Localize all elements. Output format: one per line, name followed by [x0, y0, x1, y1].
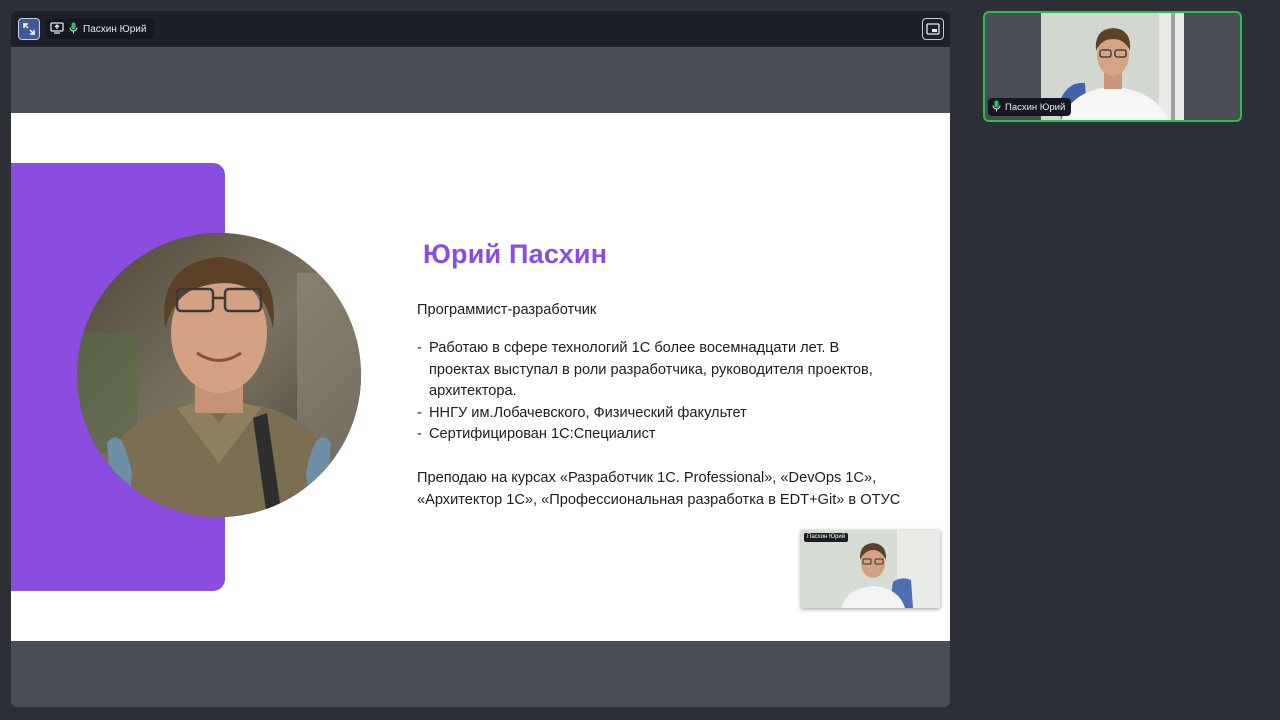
speaker-portrait [77, 233, 361, 517]
speaker-name: Юрий Пасхин [423, 239, 608, 269]
presenter-chip: Пасхин Юрий [46, 19, 155, 39]
mic-icon [69, 22, 78, 37]
participant-name: Пасхин Юрий [1005, 101, 1066, 113]
screen-share-icon [50, 21, 64, 37]
embedded-camera-label: Пасхин Юрий [804, 533, 849, 542]
bio-item: ННГУ им.Лобачевского, Физический факульт… [417, 403, 887, 425]
courses-text: Преподаю на курсах «Разработчик 1С. Prof… [417, 470, 901, 508]
screen-share-toolbar: Пасхин Юрий [11, 11, 950, 47]
speaker-role: Программист-разработчик [417, 302, 597, 318]
bio-list: Работаю в сфере технологий 1С более восе… [417, 338, 887, 446]
mic-icon [992, 100, 1001, 115]
bio-item: Работаю в сфере технологий 1С более восе… [417, 338, 887, 403]
participant-name-chip: Пасхин Юрий [988, 98, 1072, 116]
presenter-name: Пасхин Юрий [83, 23, 147, 35]
bio-item: Сертифицирован 1С:Специалист [417, 424, 887, 446]
presentation-slide: Юрий Пасхин Программист-разработчик Рабо… [11, 113, 950, 641]
picture-in-picture-icon[interactable] [922, 18, 944, 40]
embedded-camera-preview: Пасхин Юрий [801, 530, 940, 608]
expand-icon[interactable] [18, 18, 40, 40]
participant-video-tile[interactable]: Пасхин Юрий [983, 11, 1242, 122]
screen-share-panel: Пасхин Юрий Юрий Пасхин Программист-разр… [11, 11, 950, 707]
